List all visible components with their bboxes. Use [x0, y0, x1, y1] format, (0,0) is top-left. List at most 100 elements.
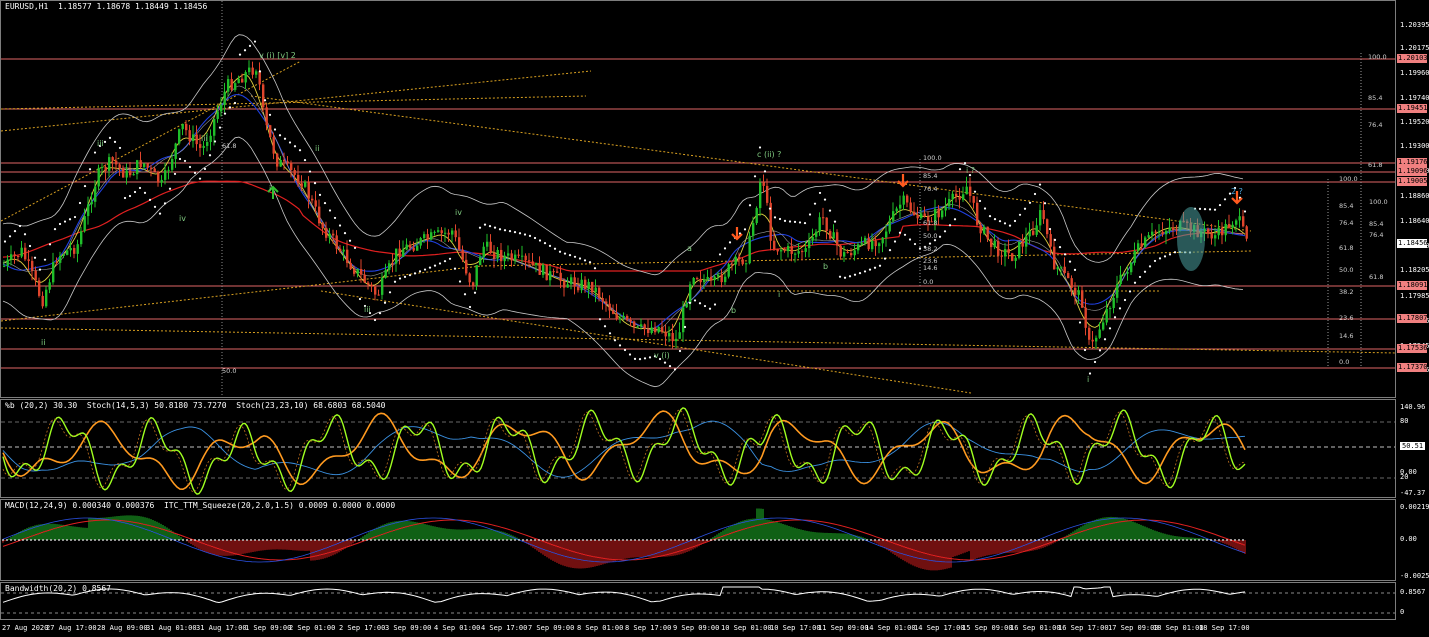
candle-body — [391, 263, 394, 265]
squeeze-dot — [766, 539, 768, 541]
squeeze-dot — [1198, 539, 1200, 541]
candle-body — [748, 235, 751, 264]
sar-dot — [128, 194, 132, 198]
candle-body — [706, 276, 709, 280]
squeeze-dot — [822, 539, 824, 541]
candle-body — [941, 210, 944, 218]
squeeze-dot — [970, 539, 972, 541]
macd-canvas[interactable] — [1, 500, 1396, 581]
candle-body — [839, 245, 842, 257]
candle-body — [556, 271, 559, 273]
squeeze-dot — [46, 539, 48, 541]
sar-dot — [888, 249, 892, 252]
sar-dot — [528, 234, 532, 237]
sar-dot — [503, 229, 507, 232]
sar-dot — [253, 40, 257, 43]
sar-dot — [458, 280, 462, 283]
candle-body — [510, 253, 513, 261]
candle-body — [717, 274, 720, 277]
sar-dot — [493, 226, 497, 229]
candle-body — [850, 253, 853, 256]
candle-body — [521, 255, 524, 257]
candle-body — [566, 284, 569, 288]
candle-body — [542, 264, 545, 275]
candle-body — [1158, 231, 1161, 233]
price-level-tag: 1.19005 — [1397, 177, 1428, 186]
stochastic-axis: 140.96 80 50.51 0.00 20 -47.37 — [1396, 399, 1429, 498]
time-tick: 18 Sep 17:00 — [1199, 624, 1250, 632]
squeeze-dot — [914, 539, 916, 541]
candle-body — [1207, 228, 1210, 234]
squeeze-dot — [298, 539, 300, 541]
squeeze-dot — [594, 539, 596, 541]
price-chart-canvas[interactable]: v (i) [v] 2iiiiiiiviiiiiiviiic (ii) ?abv… — [1, 1, 1396, 398]
sar-dot — [1058, 245, 1062, 249]
price-chart-pane[interactable]: v (i) [v] 2 iii ii i iv iii ii iv iii c (ii) ? a b v… — [0, 0, 1396, 398]
stochastic-canvas[interactable] — [1, 400, 1396, 498]
time-axis[interactable]: 27 Aug 2020 27 Aug 17:00 28 Aug 09:00 31 Au… — [0, 620, 1396, 637]
candle-body — [409, 244, 412, 248]
time-tick: 10 Sep 01:00 — [721, 624, 772, 632]
wave-label: iv — [455, 208, 462, 217]
squeeze-dot — [850, 539, 852, 541]
fib-label: 61.8 — [1369, 273, 1383, 281]
macd-pane[interactable]: MACD(12,24,9) 0.000340 0.000376 ITC_TTM_… — [0, 499, 1396, 581]
squeeze-dot — [1162, 539, 1164, 541]
wave-label: i ? — [966, 166, 975, 175]
bollinger-upper — [2, 34, 1244, 276]
candle-body — [1168, 227, 1171, 231]
squeeze-dot — [290, 539, 292, 541]
candle-body — [353, 269, 356, 274]
candle-body — [472, 282, 475, 286]
candle-body — [535, 262, 538, 265]
wave-label: ii — [315, 144, 319, 153]
squeeze-dot — [670, 539, 672, 541]
sar-dot — [508, 230, 512, 233]
bandwidth-pane[interactable]: Bandwidth(20,2) 0.8567 — [0, 582, 1396, 620]
candle-body — [479, 257, 482, 265]
sar-dot — [1073, 268, 1077, 272]
squeeze-dot — [546, 539, 548, 541]
sar-dot — [143, 191, 147, 194]
sar-dot — [793, 220, 797, 223]
bandwidth-canvas[interactable] — [1, 583, 1396, 620]
sar-dot — [1033, 192, 1037, 196]
candle-body — [97, 167, 100, 187]
squeeze-dot — [438, 539, 440, 541]
price-level-tag: 1.17807 — [1397, 314, 1428, 323]
candle-body — [983, 226, 986, 234]
sar-dot — [1023, 207, 1027, 210]
sar-dot — [248, 44, 252, 47]
sar-dot — [963, 162, 967, 165]
candle-body — [913, 211, 916, 216]
sar-dot — [548, 244, 552, 247]
sar-dot — [238, 53, 242, 56]
sar-dot — [313, 182, 317, 185]
sar-dot — [1128, 290, 1132, 293]
fib-label: 61.8 — [222, 142, 236, 150]
sar-dot — [983, 207, 987, 210]
squeeze-dot — [1170, 539, 1172, 541]
candle-body — [640, 324, 643, 327]
sar-dot — [178, 157, 182, 161]
candle-body — [370, 284, 373, 287]
squeeze-dot — [134, 539, 136, 541]
candle-body — [993, 240, 996, 248]
squeeze-dot — [482, 539, 484, 541]
stochastic-pane[interactable]: %b (20,2) 30.30 Stoch(14,5,3) 50.8180 73… — [0, 399, 1396, 498]
candle-body — [587, 281, 590, 289]
sar-dot — [513, 231, 517, 234]
squeeze-dot — [454, 539, 456, 541]
price-tick: 1.18860 — [1400, 192, 1429, 200]
candle-body — [713, 276, 716, 281]
sar-dot — [1108, 327, 1112, 330]
candle-body — [1165, 230, 1168, 235]
squeeze-dot — [902, 539, 904, 541]
candle-body — [76, 244, 79, 254]
candle-body — [143, 163, 146, 168]
sar-dot — [288, 141, 292, 144]
candle-body — [811, 236, 814, 241]
candle-body — [1172, 227, 1175, 230]
squeeze-dot — [310, 539, 312, 541]
squeeze-dot — [886, 539, 888, 541]
